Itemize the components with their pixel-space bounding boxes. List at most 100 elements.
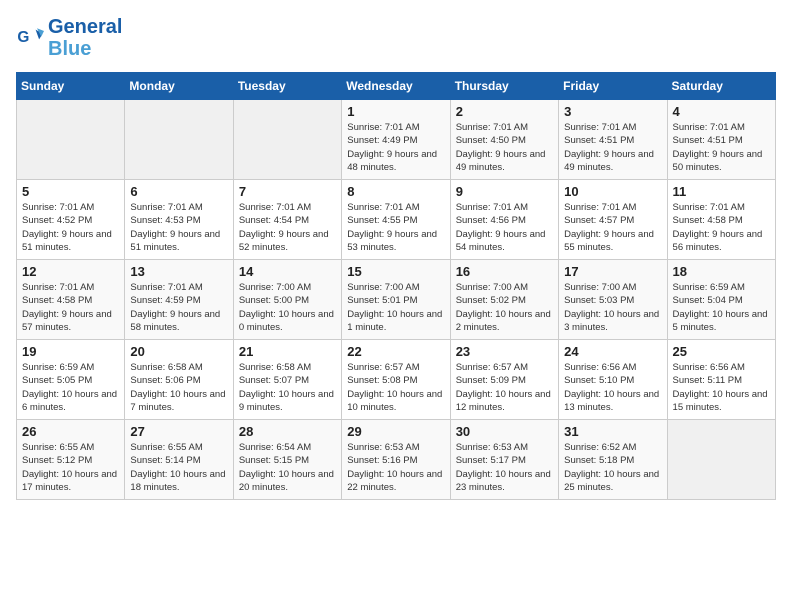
calendar-cell: 19 Sunrise: 6:59 AM Sunset: 5:05 PM Dayl… xyxy=(17,340,125,420)
weekday-header-tuesday: Tuesday xyxy=(233,73,341,100)
day-info: Sunrise: 6:52 AM Sunset: 5:18 PM Dayligh… xyxy=(564,441,661,494)
calendar-cell: 11 Sunrise: 7:01 AM Sunset: 4:58 PM Dayl… xyxy=(667,180,775,260)
calendar-cell: 21 Sunrise: 6:58 AM Sunset: 5:07 PM Dayl… xyxy=(233,340,341,420)
calendar-cell: 27 Sunrise: 6:55 AM Sunset: 5:14 PM Dayl… xyxy=(125,420,233,500)
calendar-cell: 29 Sunrise: 6:53 AM Sunset: 5:16 PM Dayl… xyxy=(342,420,450,500)
day-number: 10 xyxy=(564,184,661,199)
day-info: Sunrise: 7:01 AM Sunset: 4:56 PM Dayligh… xyxy=(456,201,553,254)
day-number: 8 xyxy=(347,184,444,199)
day-number: 1 xyxy=(347,104,444,119)
svg-text:G: G xyxy=(17,29,29,46)
day-info: Sunrise: 7:00 AM Sunset: 5:00 PM Dayligh… xyxy=(239,281,336,334)
day-number: 24 xyxy=(564,344,661,359)
weekday-header-wednesday: Wednesday xyxy=(342,73,450,100)
calendar-cell: 26 Sunrise: 6:55 AM Sunset: 5:12 PM Dayl… xyxy=(17,420,125,500)
day-info: Sunrise: 7:01 AM Sunset: 4:52 PM Dayligh… xyxy=(22,201,119,254)
weekday-header-monday: Monday xyxy=(125,73,233,100)
day-info: Sunrise: 6:56 AM Sunset: 5:10 PM Dayligh… xyxy=(564,361,661,414)
calendar-week-1: 1 Sunrise: 7:01 AM Sunset: 4:49 PM Dayli… xyxy=(17,100,776,180)
calendar-week-5: 26 Sunrise: 6:55 AM Sunset: 5:12 PM Dayl… xyxy=(17,420,776,500)
day-number: 16 xyxy=(456,264,553,279)
day-info: Sunrise: 7:01 AM Sunset: 4:51 PM Dayligh… xyxy=(564,121,661,174)
day-info: Sunrise: 6:53 AM Sunset: 5:17 PM Dayligh… xyxy=(456,441,553,494)
day-number: 18 xyxy=(673,264,770,279)
day-info: Sunrise: 7:00 AM Sunset: 5:03 PM Dayligh… xyxy=(564,281,661,334)
day-info: Sunrise: 6:55 AM Sunset: 5:14 PM Dayligh… xyxy=(130,441,227,494)
day-info: Sunrise: 6:53 AM Sunset: 5:16 PM Dayligh… xyxy=(347,441,444,494)
logo: G General Blue xyxy=(16,16,122,60)
calendar-week-4: 19 Sunrise: 6:59 AM Sunset: 5:05 PM Dayl… xyxy=(17,340,776,420)
day-number: 11 xyxy=(673,184,770,199)
day-number: 2 xyxy=(456,104,553,119)
logo-text: General Blue xyxy=(48,16,122,60)
day-info: Sunrise: 7:01 AM Sunset: 4:53 PM Dayligh… xyxy=(130,201,227,254)
day-info: Sunrise: 6:57 AM Sunset: 5:09 PM Dayligh… xyxy=(456,361,553,414)
calendar-cell xyxy=(17,100,125,180)
calendar-cell: 28 Sunrise: 6:54 AM Sunset: 5:15 PM Dayl… xyxy=(233,420,341,500)
day-number: 29 xyxy=(347,424,444,439)
day-info: Sunrise: 6:59 AM Sunset: 5:04 PM Dayligh… xyxy=(673,281,770,334)
day-number: 5 xyxy=(22,184,119,199)
calendar-cell: 2 Sunrise: 7:01 AM Sunset: 4:50 PM Dayli… xyxy=(450,100,558,180)
calendar-cell: 17 Sunrise: 7:00 AM Sunset: 5:03 PM Dayl… xyxy=(559,260,667,340)
day-number: 28 xyxy=(239,424,336,439)
calendar-cell: 8 Sunrise: 7:01 AM Sunset: 4:55 PM Dayli… xyxy=(342,180,450,260)
calendar-cell: 25 Sunrise: 6:56 AM Sunset: 5:11 PM Dayl… xyxy=(667,340,775,420)
calendar-cell: 30 Sunrise: 6:53 AM Sunset: 5:17 PM Dayl… xyxy=(450,420,558,500)
day-number: 14 xyxy=(239,264,336,279)
day-number: 9 xyxy=(456,184,553,199)
calendar-cell xyxy=(233,100,341,180)
logo-icon: G xyxy=(16,24,44,52)
calendar-cell: 3 Sunrise: 7:01 AM Sunset: 4:51 PM Dayli… xyxy=(559,100,667,180)
day-info: Sunrise: 6:54 AM Sunset: 5:15 PM Dayligh… xyxy=(239,441,336,494)
day-number: 23 xyxy=(456,344,553,359)
day-number: 22 xyxy=(347,344,444,359)
day-info: Sunrise: 7:01 AM Sunset: 4:57 PM Dayligh… xyxy=(564,201,661,254)
calendar-cell: 16 Sunrise: 7:00 AM Sunset: 5:02 PM Dayl… xyxy=(450,260,558,340)
day-number: 6 xyxy=(130,184,227,199)
day-info: Sunrise: 6:56 AM Sunset: 5:11 PM Dayligh… xyxy=(673,361,770,414)
calendar-cell: 15 Sunrise: 7:00 AM Sunset: 5:01 PM Dayl… xyxy=(342,260,450,340)
day-number: 13 xyxy=(130,264,227,279)
day-info: Sunrise: 6:58 AM Sunset: 5:07 PM Dayligh… xyxy=(239,361,336,414)
day-number: 21 xyxy=(239,344,336,359)
day-number: 19 xyxy=(22,344,119,359)
calendar-week-2: 5 Sunrise: 7:01 AM Sunset: 4:52 PM Dayli… xyxy=(17,180,776,260)
calendar-cell: 5 Sunrise: 7:01 AM Sunset: 4:52 PM Dayli… xyxy=(17,180,125,260)
day-info: Sunrise: 7:01 AM Sunset: 4:58 PM Dayligh… xyxy=(673,201,770,254)
day-number: 27 xyxy=(130,424,227,439)
day-info: Sunrise: 7:00 AM Sunset: 5:02 PM Dayligh… xyxy=(456,281,553,334)
weekday-header-saturday: Saturday xyxy=(667,73,775,100)
day-info: Sunrise: 7:01 AM Sunset: 4:49 PM Dayligh… xyxy=(347,121,444,174)
day-number: 31 xyxy=(564,424,661,439)
day-number: 20 xyxy=(130,344,227,359)
day-number: 17 xyxy=(564,264,661,279)
calendar-cell: 13 Sunrise: 7:01 AM Sunset: 4:59 PM Dayl… xyxy=(125,260,233,340)
calendar-week-3: 12 Sunrise: 7:01 AM Sunset: 4:58 PM Dayl… xyxy=(17,260,776,340)
calendar-table: SundayMondayTuesdayWednesdayThursdayFrid… xyxy=(16,72,776,500)
day-number: 26 xyxy=(22,424,119,439)
day-info: Sunrise: 6:59 AM Sunset: 5:05 PM Dayligh… xyxy=(22,361,119,414)
calendar-cell: 22 Sunrise: 6:57 AM Sunset: 5:08 PM Dayl… xyxy=(342,340,450,420)
calendar-cell xyxy=(125,100,233,180)
calendar-cell: 24 Sunrise: 6:56 AM Sunset: 5:10 PM Dayl… xyxy=(559,340,667,420)
day-number: 7 xyxy=(239,184,336,199)
day-info: Sunrise: 7:01 AM Sunset: 4:58 PM Dayligh… xyxy=(22,281,119,334)
day-number: 25 xyxy=(673,344,770,359)
day-info: Sunrise: 7:01 AM Sunset: 4:55 PM Dayligh… xyxy=(347,201,444,254)
calendar-cell: 9 Sunrise: 7:01 AM Sunset: 4:56 PM Dayli… xyxy=(450,180,558,260)
day-number: 30 xyxy=(456,424,553,439)
day-info: Sunrise: 6:57 AM Sunset: 5:08 PM Dayligh… xyxy=(347,361,444,414)
weekday-header-thursday: Thursday xyxy=(450,73,558,100)
day-number: 15 xyxy=(347,264,444,279)
calendar-cell: 18 Sunrise: 6:59 AM Sunset: 5:04 PM Dayl… xyxy=(667,260,775,340)
weekday-header-row: SundayMondayTuesdayWednesdayThursdayFrid… xyxy=(17,73,776,100)
weekday-header-sunday: Sunday xyxy=(17,73,125,100)
day-info: Sunrise: 7:01 AM Sunset: 4:51 PM Dayligh… xyxy=(673,121,770,174)
calendar-cell: 31 Sunrise: 6:52 AM Sunset: 5:18 PM Dayl… xyxy=(559,420,667,500)
calendar-cell xyxy=(667,420,775,500)
calendar-cell: 14 Sunrise: 7:00 AM Sunset: 5:00 PM Dayl… xyxy=(233,260,341,340)
day-number: 3 xyxy=(564,104,661,119)
calendar-cell: 20 Sunrise: 6:58 AM Sunset: 5:06 PM Dayl… xyxy=(125,340,233,420)
page-header: G General Blue xyxy=(16,16,776,60)
